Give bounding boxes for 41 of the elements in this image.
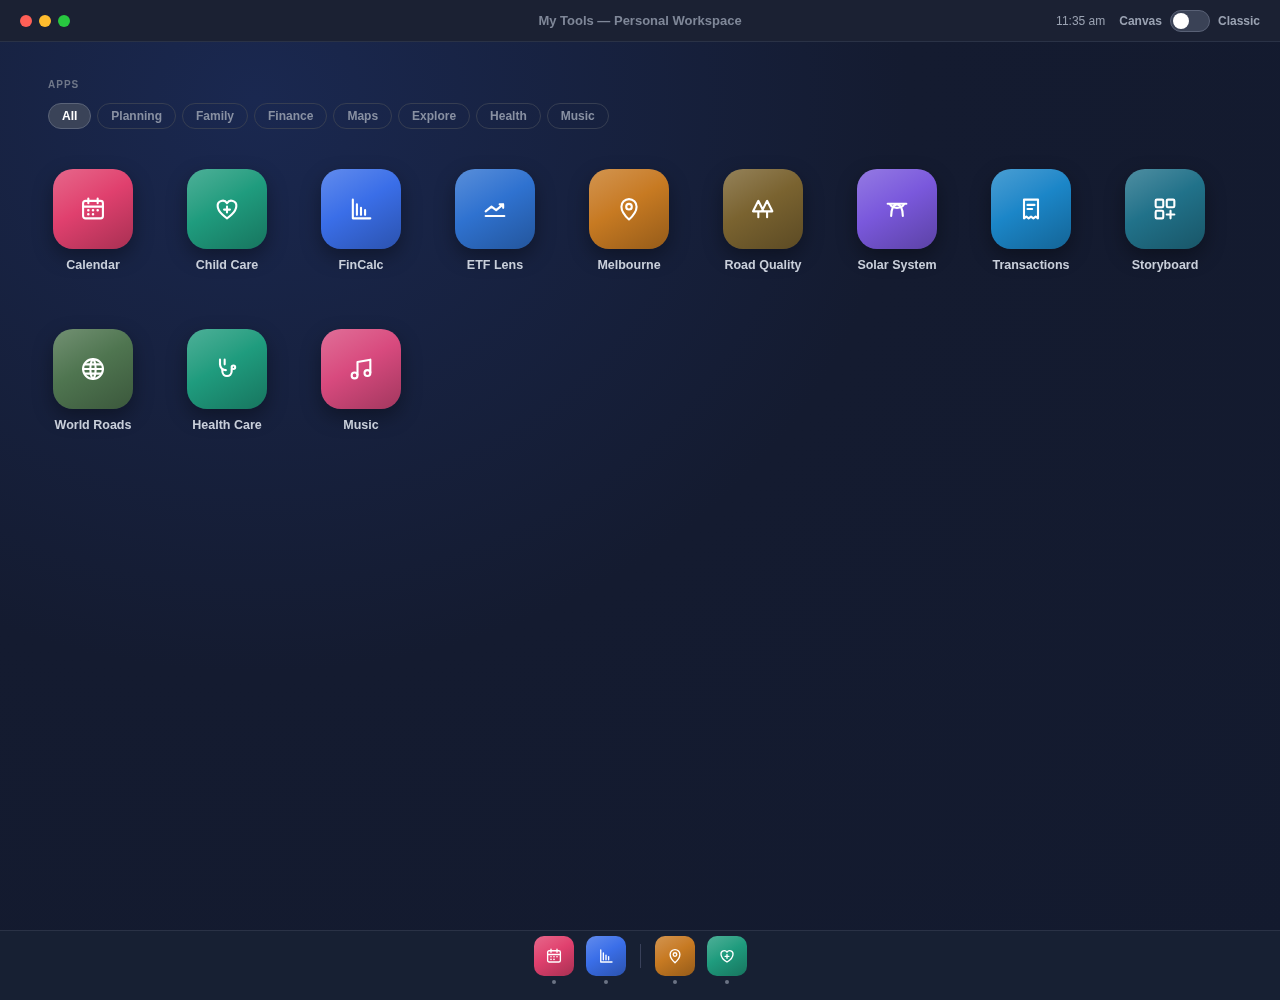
app-label: Calendar	[66, 258, 120, 272]
window-title: My Tools — Personal Workspace	[538, 13, 742, 28]
app-label: Storyboard	[1131, 258, 1199, 272]
dock-app-button[interactable]	[533, 936, 574, 976]
app-tile[interactable]	[857, 169, 937, 249]
app-label: World Roads	[54, 418, 132, 432]
close-button[interactable]	[20, 14, 32, 27]
app-tile[interactable]	[321, 329, 401, 409]
clock-time: 11:35 am	[1056, 13, 1106, 28]
minimize-button[interactable]	[39, 14, 51, 27]
toggle-label: Classic	[1217, 13, 1260, 28]
app-label: Road Quality	[724, 258, 802, 272]
app-tile[interactable]	[53, 169, 133, 249]
dock-app-button[interactable]	[585, 936, 626, 976]
app-tile[interactable]	[723, 169, 803, 249]
app-label: Melbourne	[597, 258, 661, 272]
section-heading: APPS	[48, 79, 81, 90]
app-tile[interactable]	[991, 169, 1071, 249]
globe-icon	[79, 355, 107, 383]
filter-chip[interactable]: All	[48, 103, 92, 129]
maximize-button[interactable]	[58, 14, 70, 27]
heart-plus-icon	[717, 947, 736, 965]
app-label: ETF Lens	[466, 258, 524, 272]
calendar-icon	[544, 947, 563, 965]
app-label: Solar System	[857, 258, 937, 272]
app-label: Child Care	[195, 258, 259, 272]
app-label: Transactions	[992, 258, 1070, 272]
dock-app-button[interactable]	[654, 936, 695, 976]
app-tile[interactable]	[321, 169, 401, 249]
dock-app-button[interactable]	[706, 936, 747, 976]
app-tile[interactable]	[53, 329, 133, 409]
app-tile[interactable]	[187, 169, 267, 249]
app-tile[interactable]	[589, 169, 669, 249]
app-tile[interactable]	[455, 169, 535, 249]
app-tile[interactable]	[187, 329, 267, 409]
toggle-label: Canvas	[1119, 13, 1162, 28]
app-label: Music	[343, 418, 379, 432]
app-tile[interactable]	[1125, 169, 1205, 249]
app-label: Health Care	[192, 418, 262, 432]
app-label: FinCalc	[338, 258, 384, 272]
view-mode-switch[interactable]	[1169, 9, 1210, 32]
